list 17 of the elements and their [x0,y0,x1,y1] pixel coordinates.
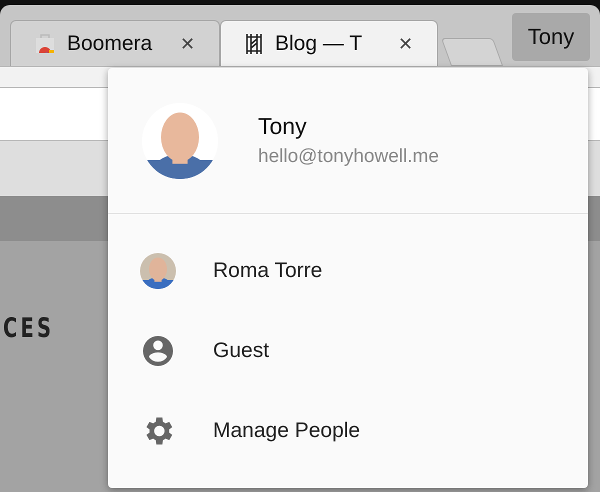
new-tab-button[interactable] [440,38,504,66]
menu-item[interactable]: Roma Torre [108,231,588,311]
browser-tab[interactable]: Boomera ✕ [10,20,220,66]
tab-title: Boomera [67,32,154,56]
browser-tab[interactable]: Blog — T ✕ [220,20,438,66]
menu-item[interactable]: Manage People [108,391,588,471]
user-email: hello@tonyhowell.me [258,146,439,168]
profile-button[interactable]: Tony [512,13,590,61]
logo-icon [245,32,263,54]
close-icon[interactable]: ✕ [180,32,195,54]
user-name: Tony [258,113,308,140]
nav-link[interactable]: CES [3,313,54,344]
menu-item[interactable]: Guest [108,311,588,391]
account-icon [140,333,176,369]
close-icon[interactable]: ✕ [398,32,413,54]
tab-title: Blog — T [275,32,364,56]
store-icon [35,34,55,54]
